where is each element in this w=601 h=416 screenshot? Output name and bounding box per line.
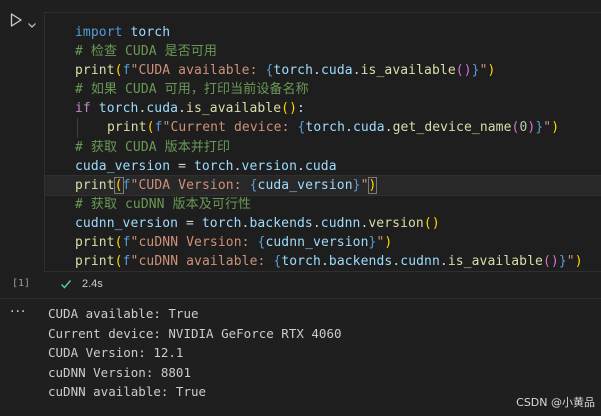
output-more-actions[interactable]: ···	[10, 304, 26, 320]
output-line: cuDNN available: True	[48, 384, 207, 399]
code-line-6[interactable]: print(f"Current device: {torch.cuda.get_…	[45, 118, 601, 138]
code-line-7[interactable]: # 获取 CUDA 版本并打印	[45, 138, 601, 157]
code-line-11[interactable]: cudnn_version = torch.backends.cudnn.ver…	[45, 214, 601, 233]
code-line-12[interactable]: print(f"cuDNN Version: {cudnn_version}")	[45, 233, 601, 252]
code-cell-editor[interactable]: import torch # 检查 CUDA 是否可用 print(f"CUDA…	[44, 12, 601, 272]
code-line-1[interactable]: import torch	[45, 23, 601, 42]
code-line-2[interactable]: # 检查 CUDA 是否可用	[45, 42, 601, 61]
code-area[interactable]: import torch # 检查 CUDA 是否可用 print(f"CUDA…	[44, 23, 601, 271]
execution-count: [1]	[12, 278, 31, 289]
output-line: Current device: NVIDIA GeForce RTX 4060	[48, 325, 342, 341]
code-line-3[interactable]: print(f"CUDA available: {torch.cuda.is_a…	[45, 61, 601, 80]
cell-status-bar: 2.4s	[44, 272, 601, 298]
check-icon	[60, 280, 72, 289]
run-options-dropdown[interactable]	[27, 15, 37, 28]
cell-output: CUDA available: True Current device: NVI…	[48, 304, 342, 402]
output-divider	[0, 298, 601, 299]
code-line-13[interactable]: print(f"cuDNN available: {torch.backends…	[45, 252, 601, 271]
watermark: CSDN @小黄品	[516, 396, 595, 409]
run-cell-button[interactable]	[8, 12, 24, 28]
execution-duration: 2.4s	[82, 278, 103, 290]
code-line-4[interactable]: # 如果 CUDA 可用，打印当前设备名称	[45, 80, 601, 99]
code-line-8[interactable]: cuda_version = torch.version.cuda	[45, 157, 601, 176]
play-icon	[10, 13, 22, 27]
output-line: cuDNN Version: 8801	[48, 364, 191, 380]
chevron-down-icon	[28, 23, 36, 28]
code-line-9-active[interactable]: print(f"CUDA Version: {cuda_version}")	[44, 174, 601, 196]
code-line-10[interactable]: # 获取 cuDNN 版本及可行性	[45, 195, 601, 214]
code-line-5[interactable]: if torch.cuda.is_available():	[45, 99, 601, 118]
indent-guide	[77, 118, 78, 138]
output-line: CUDA available: True	[48, 306, 199, 321]
output-line: CUDA Version: 12.1	[48, 345, 184, 360]
